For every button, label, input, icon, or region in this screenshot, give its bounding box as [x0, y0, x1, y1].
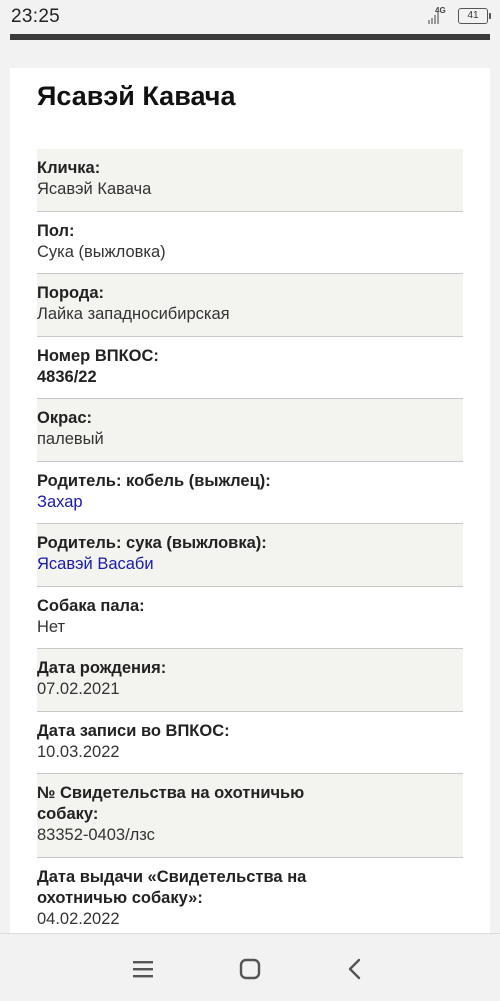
- status-indicators: 4G 41: [428, 6, 491, 26]
- field-label: Пол:: [37, 221, 75, 240]
- battery-icon: 41: [458, 8, 491, 24]
- status-time: 23:25: [11, 6, 61, 27]
- field-label: Кличка:: [37, 159, 101, 177]
- field-value: Сука (выжловка): [37, 242, 166, 261]
- field-label: Номер ВПКОС:: [37, 346, 159, 365]
- field-row-name: Кличка: Ясавэй Кавача: [37, 149, 463, 212]
- browser-toolbar-edge: [10, 34, 490, 40]
- field-label: Окрас:: [37, 409, 93, 427]
- signal-icon: 4G: [428, 6, 454, 24]
- field-value: 83352-0403/лзс: [37, 826, 155, 844]
- back-icon[interactable]: [340, 954, 370, 984]
- field-label: Дата записи во ВПКОС:: [37, 721, 230, 740]
- field-label: Родитель: кобель (выжлец):: [37, 471, 271, 490]
- field-row-registry-date: Дата записи во ВПКОС: 10.03.2022: [37, 712, 463, 774]
- field-value: палевый: [37, 430, 104, 448]
- field-value: 07.02.2021: [37, 680, 120, 698]
- field-label: Дата выдачи «Свидетельства на охотничью …: [37, 868, 307, 907]
- page-title: Ясавэй Кавача: [37, 81, 236, 111]
- status-bar: 23:25 4G 41: [0, 0, 500, 34]
- field-row-color: Окрас: палевый: [37, 399, 463, 462]
- field-row-dam: Родитель: сука (выжловка): Ясавэй Васаби: [37, 524, 463, 587]
- dam-link[interactable]: Ясавэй Васаби: [37, 554, 463, 575]
- field-label: Собака пала:: [37, 596, 145, 615]
- sire-link[interactable]: Захар: [37, 492, 463, 513]
- dog-info-list: Кличка: Ясавэй Кавача Пол: Сука (выжловк…: [37, 149, 463, 928]
- field-row-sire: Родитель: кобель (выжлец): Захар: [37, 462, 463, 524]
- field-label: Родитель: сука (выжловка):: [37, 534, 267, 552]
- field-row-registry-number: Номер ВПКОС: 4836/22: [37, 337, 463, 399]
- field-value: 04.02.2022: [37, 910, 120, 928]
- menu-icon[interactable]: [128, 954, 158, 984]
- field-row-certificate-number: № Свидетельства на охотничью собаку: 833…: [37, 774, 463, 858]
- field-value: Лайка западносибирская: [37, 305, 230, 323]
- field-value: 10.03.2022: [37, 742, 120, 761]
- content-card[interactable]: Ясавэй Кавача Кличка: Ясавэй Кавача Пол:…: [10, 68, 490, 968]
- field-row-birth-date: Дата рождения: 07.02.2021: [37, 649, 463, 712]
- field-label: Дата рождения:: [37, 659, 167, 677]
- field-value: 4836/22: [37, 367, 97, 386]
- field-value: Ясавэй Кавача: [37, 180, 152, 198]
- field-label: Порода:: [37, 284, 105, 302]
- field-row-certificate-date: Дата выдачи «Свидетельства на охотничью …: [37, 858, 463, 928]
- field-row-breed: Порода: Лайка западносибирская: [37, 274, 463, 337]
- field-row-sex: Пол: Сука (выжловка): [37, 212, 463, 274]
- home-icon[interactable]: [235, 954, 265, 984]
- field-value: Нет: [37, 617, 66, 636]
- system-nav-bar: [0, 933, 500, 1001]
- field-row-deceased: Собака пала: Нет: [37, 587, 463, 649]
- field-label: № Свидетельства на охотничью собаку:: [37, 784, 305, 823]
